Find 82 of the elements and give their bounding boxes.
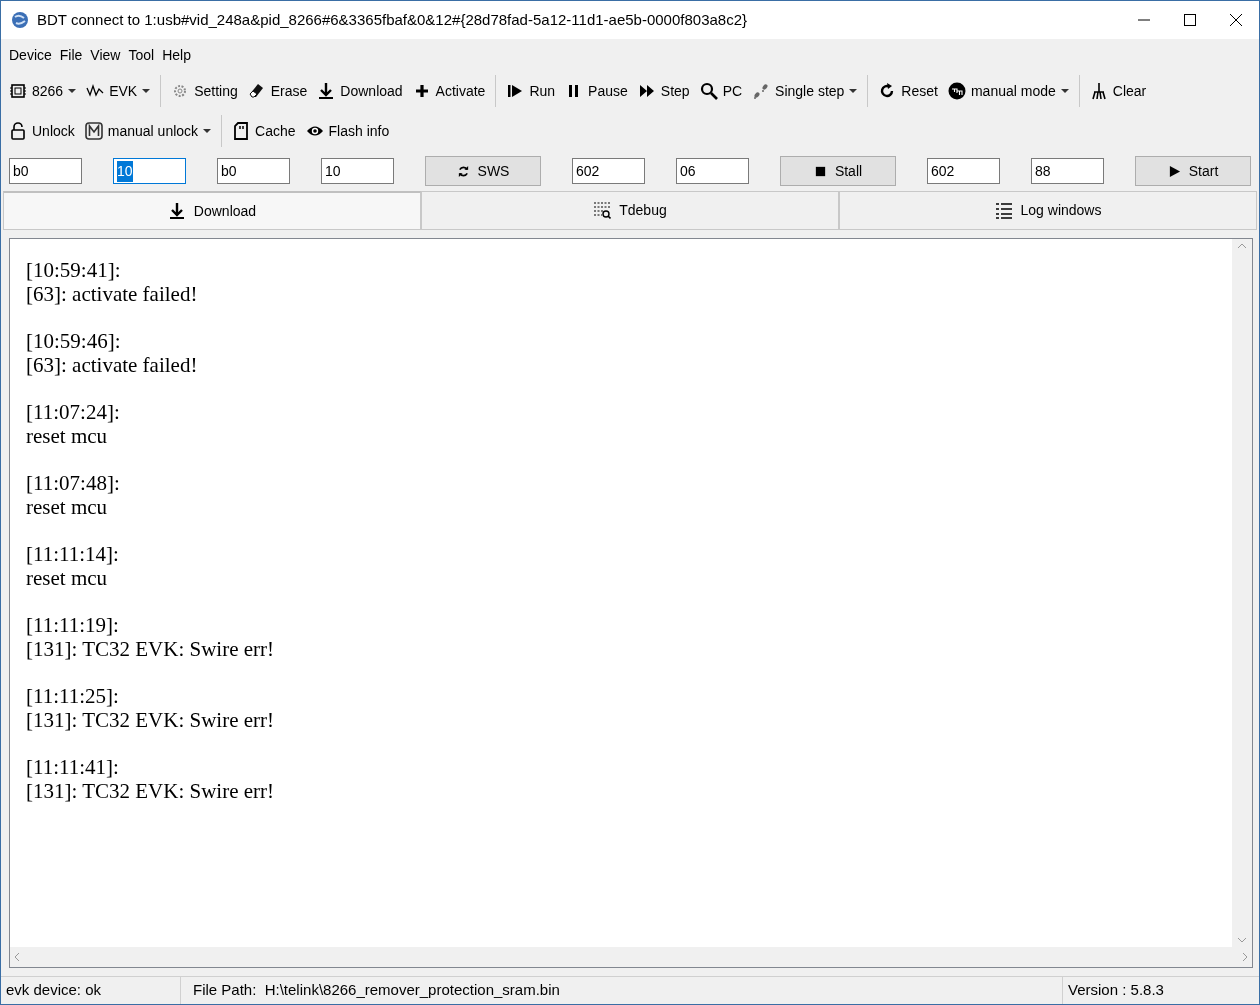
tab[interactable]: Log windows: [839, 191, 1257, 230]
input-field[interactable]: b0: [217, 158, 290, 184]
input-field[interactable]: 88: [1031, 158, 1104, 184]
tab[interactable]: Tdebug: [421, 191, 839, 230]
maximize-icon: [1183, 13, 1197, 27]
toolbar-button[interactable]: manual unlock: [80, 118, 216, 144]
lock-icon: [9, 122, 27, 140]
play-icon: [1167, 164, 1181, 178]
binary-search-icon: [593, 201, 612, 220]
search-icon: [699, 82, 718, 100]
toolbar-button[interactable]: Reset: [874, 78, 942, 104]
input-field[interactable]: 10: [321, 158, 394, 184]
status-text: File Path: H:\telink\8266_remover_protection_sram.bin: [181, 977, 1063, 1004]
toolbar-button[interactable]: PC: [695, 78, 747, 104]
toolbar-button[interactable]: Clear: [1085, 78, 1151, 104]
log-timestamp: [11:11:19]:: [26, 614, 120, 638]
stop-icon: [813, 164, 827, 178]
horizontal-scrollbar[interactable]: [10, 947, 1252, 967]
log-timestamp: [10:59:41]:: [26, 259, 122, 283]
toolbar-button[interactable]: Erase: [243, 78, 312, 104]
menu-item[interactable]: View: [86, 44, 125, 66]
toolbar-button[interactable]: Stall: [780, 156, 896, 186]
toolbar-button[interactable]: SWS: [425, 156, 541, 186]
toolbar-button[interactable]: Cache: [228, 118, 300, 144]
input-field[interactable]: 10: [113, 158, 186, 184]
log-timestamp: [11:07:24]:: [26, 401, 121, 425]
toolbar-button[interactable]: 8266: [5, 78, 81, 104]
input-field[interactable]: 602: [927, 158, 1000, 184]
sd-card-icon: [232, 122, 251, 140]
scroll-right-icon: [1242, 952, 1248, 962]
log-message: reset mcu: [26, 495, 109, 519]
toolbar-button[interactable]: Download: [313, 78, 407, 104]
refresh-icon: [456, 164, 470, 178]
log-message: [131]: TC32 EVK: Swire err!: [26, 637, 276, 661]
list-icon: [994, 201, 1013, 220]
scroll-down-icon: [1237, 937, 1247, 943]
eraser-icon: [247, 82, 266, 100]
globe-icon: [11, 11, 29, 29]
download-icon: [317, 82, 336, 100]
fast-forward-icon: [637, 82, 656, 100]
menu-item[interactable]: File: [55, 44, 87, 66]
log-message: reset mcu: [26, 566, 109, 590]
mail-icon: [84, 122, 103, 140]
scroll-left-icon: [14, 952, 20, 962]
toolbar-button[interactable]: Single step: [748, 78, 862, 104]
log-timestamp: [11:11:25]:: [26, 685, 120, 709]
menu-item[interactable]: Help: [158, 44, 195, 66]
toolbar-button[interactable]: Pause: [561, 78, 632, 104]
log-message: [63]: activate failed!: [26, 282, 199, 306]
menu-item[interactable]: Device: [5, 44, 56, 66]
chip-icon: [9, 82, 27, 100]
input-field[interactable]: 602: [572, 158, 645, 184]
tab[interactable]: Download: [3, 191, 421, 230]
window-title: BDT connect to 1:usb#vid_248a&pid_8266#6&3365fbaf&0&12#{28d78fad-5a12-11d1-ae5b-0000f803a8c2}: [37, 9, 749, 30]
input-field[interactable]: b0: [9, 158, 82, 184]
brush-icon: [1089, 82, 1108, 100]
toolbar-button[interactable]: manual mode: [943, 78, 1073, 104]
menu-item[interactable]: Tool: [124, 44, 159, 66]
vertical-scrollbar[interactable]: [1232, 239, 1252, 947]
toolbar-button[interactable]: Setting: [167, 78, 242, 104]
log-timestamp: [11:07:48]:: [26, 472, 121, 496]
toolbar-button[interactable]: Run: [502, 78, 560, 104]
toolbar-button[interactable]: Flash info: [301, 118, 394, 144]
toolbar-button[interactable]: Start: [1135, 156, 1251, 186]
toolbar-button[interactable]: Step: [633, 78, 694, 104]
mode-icon: [947, 82, 966, 100]
status-text: Version : 5.8.3: [1067, 980, 1165, 1001]
toolbar-button[interactable]: EVK: [82, 78, 155, 104]
download-icon: [167, 202, 186, 220]
scroll-up-icon: [1237, 243, 1247, 249]
toolbar-button[interactable]: Unlock: [5, 118, 79, 144]
log-timestamp: [11:11:14]:: [26, 543, 120, 567]
status-text: evk device: ok: [1, 977, 181, 1004]
log-message: reset mcu: [26, 424, 109, 448]
close-icon: [1229, 13, 1243, 27]
log-message: [131]: TC32 EVK: Swire err!: [26, 779, 276, 803]
log-message: [63]: activate failed!: [26, 353, 199, 377]
log-timestamp: [10:59:46]:: [26, 330, 122, 354]
log-timestamp: [11:11:41]:: [26, 756, 120, 780]
input-field[interactable]: 06: [676, 158, 749, 184]
toolbar-button[interactable]: Activate: [408, 78, 490, 104]
log-message: [131]: TC32 EVK: Swire err!: [26, 708, 276, 732]
